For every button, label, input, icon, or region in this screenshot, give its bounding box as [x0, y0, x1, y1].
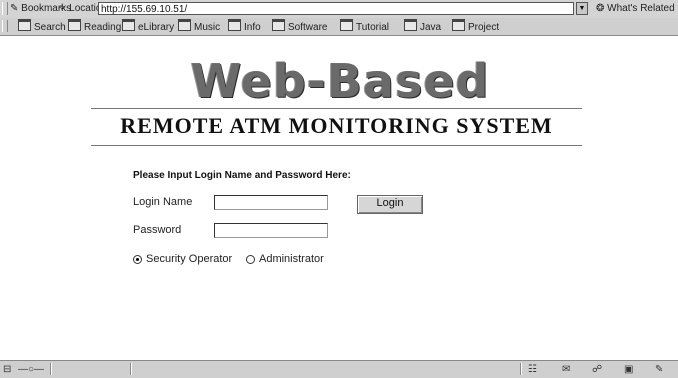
address-book-icon[interactable]: ▣	[624, 364, 633, 376]
system-title: REMOTE ATM MONITORING SYSTEM	[120, 113, 553, 138]
mail-icon[interactable]: ✉	[562, 364, 570, 376]
toolbar-item-info[interactable]: Info	[228, 19, 261, 35]
folder-icon	[340, 19, 353, 31]
toolbar-item-elibrary[interactable]: eLibrary	[122, 19, 174, 35]
online-status-icon[interactable]: —○—	[18, 364, 44, 376]
status-divider	[130, 363, 132, 375]
toolbar-item-project[interactable]: Project	[452, 19, 499, 35]
login-name-input[interactable]	[214, 195, 328, 210]
location-icon: ✧	[58, 3, 70, 14]
toolbar-grip[interactable]	[2, 2, 8, 15]
folder-icon	[122, 19, 135, 31]
related-icon: ❂	[596, 3, 608, 14]
security-operator-label: Security Operator	[146, 253, 233, 265]
toolbar-item-software[interactable]: Software	[272, 19, 327, 35]
folder-icon	[452, 19, 465, 31]
component-bar-icon[interactable]: ☷	[528, 364, 537, 376]
toolbar-item-reading[interactable]: Reading	[68, 19, 121, 35]
status-divider	[520, 363, 522, 375]
login-form-heading: Please Input Login Name and Password Her…	[133, 170, 351, 181]
login-button[interactable]: Login	[357, 195, 423, 214]
toolbar-grip[interactable]	[2, 20, 8, 32]
toolbar-item-search[interactable]: Search	[18, 19, 66, 35]
administrator-label: Administrator	[259, 253, 324, 265]
security-operator-radio[interactable]	[133, 255, 142, 264]
toolbar-item-java[interactable]: Java	[404, 19, 441, 35]
status-bar: ⊟ —○— ☷ ✉ ☍ ▣ ✎	[0, 360, 678, 378]
status-divider	[50, 363, 52, 375]
whats-related-button[interactable]: ❂ What's Related	[596, 2, 675, 16]
password-input[interactable]	[214, 223, 328, 238]
folder-icon	[18, 19, 31, 31]
title-banner: REMOTE ATM MONITORING SYSTEM	[91, 108, 582, 146]
folder-icon	[178, 19, 191, 31]
bookmark-icon: ✎	[10, 3, 22, 14]
password-label: Password	[133, 224, 182, 236]
personal-toolbar: Search Reading eLibrary Music Info Softw…	[0, 18, 678, 36]
location-toolbar: ✎ Bookmarks ✧ Location: http://155.69.10…	[0, 0, 678, 19]
url-dropdown-icon[interactable]: ▼	[576, 2, 588, 15]
login-name-label: Login Name	[133, 196, 193, 208]
url-input[interactable]: http://155.69.10.51/	[98, 2, 574, 15]
administrator-radio[interactable]	[246, 255, 255, 264]
folder-icon	[404, 19, 417, 31]
site-logo-title: Web-Based	[190, 54, 490, 108]
toolbar-item-music[interactable]: Music	[178, 19, 220, 35]
folder-icon	[272, 19, 285, 31]
folder-icon	[68, 19, 81, 31]
newsgroups-icon[interactable]: ☍	[592, 364, 602, 376]
security-lock-icon[interactable]: ⊟	[3, 364, 11, 376]
folder-icon	[228, 19, 241, 31]
composer-icon[interactable]: ✎	[655, 364, 663, 376]
toolbar-item-tutorial[interactable]: Tutorial	[340, 19, 389, 35]
